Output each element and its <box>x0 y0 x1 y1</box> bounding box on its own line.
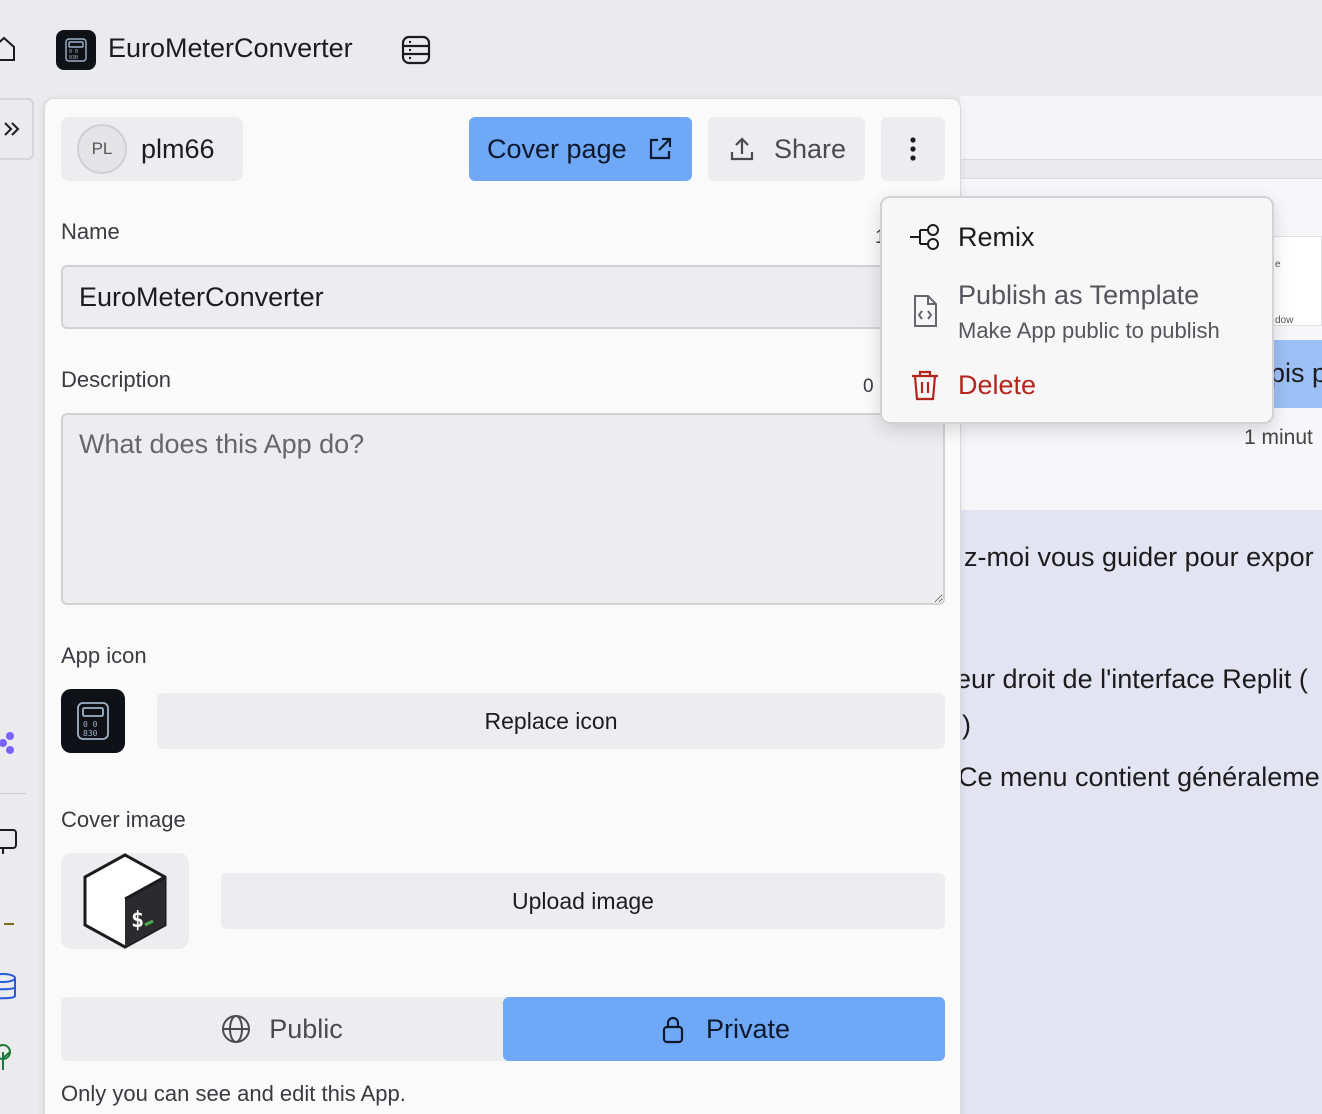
app-title[interactable]: EuroMeterConverter <box>108 33 353 64</box>
public-label: Public <box>269 1013 343 1044</box>
menu-item-publish-template[interactable]: Publish as Template Make App public to p… <box>882 276 1272 356</box>
name-label: Name <box>61 219 120 244</box>
upload-image-button[interactable]: Upload image <box>221 873 945 929</box>
publish-label: Publish as Template <box>958 280 1200 310</box>
background-timestamp: 1 minut <box>1244 426 1313 449</box>
thumb-text: dow <box>1275 315 1294 326</box>
more-options-button[interactable] <box>881 117 945 181</box>
external-link-icon <box>649 137 672 160</box>
chat-line: z-moi vous guider pour expor <box>964 542 1314 572</box>
cover-image-preview: $ <box>61 853 189 949</box>
cover-image-label: Cover image <box>61 807 186 832</box>
remix-icon <box>910 224 939 250</box>
name-input[interactable] <box>61 265 945 329</box>
svg-text:$: $ <box>131 908 144 933</box>
vertical-dots-icon <box>910 137 916 161</box>
menu-item-delete[interactable]: Delete <box>882 356 1272 424</box>
more-options-menu: Remix Publish as Template Make App publi… <box>880 196 1274 424</box>
rail-divider <box>0 793 26 794</box>
monitor-icon[interactable] <box>0 826 18 856</box>
description-label: Description <box>61 367 172 392</box>
app-logo-icon[interactable]: 0 0 830 <box>56 30 96 70</box>
calculator-icon: 0 0 830 <box>77 702 109 740</box>
bash-cube-icon: $ <box>83 853 167 949</box>
lock-icon <box>662 1016 684 1044</box>
thumb-text: e <box>1275 259 1281 270</box>
git-branch-icon[interactable] <box>0 1042 18 1072</box>
terminal-icon[interactable] <box>0 908 18 938</box>
visibility-toggle: Public Private <box>61 997 945 1061</box>
private-label: Private <box>705 1013 791 1044</box>
remix-label: Remix <box>958 222 1035 252</box>
description-counter: 0 <box>863 376 874 397</box>
private-option[interactable]: Private <box>503 997 945 1061</box>
svg-text:0 0: 0 0 <box>83 720 98 729</box>
app-icon-preview: 0 0 830 <box>61 689 125 753</box>
chat-area: z-moi vous guider pour expor eur droit d… <box>960 510 1322 1114</box>
cover-page-label: Cover page <box>487 133 627 164</box>
file-code-icon <box>914 295 937 327</box>
background-toolbar <box>960 96 1322 160</box>
svg-text:830: 830 <box>69 55 78 61</box>
database-stack-icon[interactable] <box>0 972 18 1002</box>
expand-sidebar-button[interactable] <box>0 98 34 160</box>
database-icon[interactable] <box>400 34 432 66</box>
user-chip[interactable]: PL plm66 <box>61 117 243 181</box>
top-bar: 0 0 830 EuroMeterConverter <box>0 0 1322 96</box>
visibility-note: Only you can see and edit this App. <box>61 1081 406 1106</box>
menu-item-remix[interactable]: Remix <box>882 198 1272 276</box>
background-blue-text: pis p <box>1270 358 1322 388</box>
trash-icon <box>912 370 938 401</box>
app-settings-panel: PL plm66 Cover page Share Name 1 Descrip… <box>44 98 961 1114</box>
avatar: PL <box>77 124 127 174</box>
cover-page-button[interactable]: Cover page <box>469 117 692 181</box>
left-rail <box>0 96 30 1114</box>
user-name: plm66 <box>141 133 215 164</box>
agent-icon[interactable] <box>0 728 18 758</box>
chat-line: Ce menu contient généraleme <box>960 762 1320 792</box>
public-option[interactable]: Public <box>61 997 503 1061</box>
app-icon-label: App icon <box>61 643 147 668</box>
share-button[interactable]: Share <box>708 117 865 181</box>
publish-sublabel: Make App public to publish <box>958 318 1220 343</box>
replace-icon-button[interactable]: Replace icon <box>157 693 945 749</box>
double-chevron-right-icon <box>4 122 20 136</box>
delete-label: Delete <box>958 370 1037 400</box>
upload-share-icon <box>730 137 754 161</box>
globe-icon <box>222 1015 251 1043</box>
chat-line: ) <box>962 710 971 740</box>
description-input[interactable] <box>61 413 945 605</box>
home-icon[interactable] <box>0 36 16 62</box>
share-label: Share <box>774 133 847 164</box>
svg-text:830: 830 <box>83 729 98 738</box>
chat-line: eur droit de l'interface Replit ( <box>960 664 1308 694</box>
